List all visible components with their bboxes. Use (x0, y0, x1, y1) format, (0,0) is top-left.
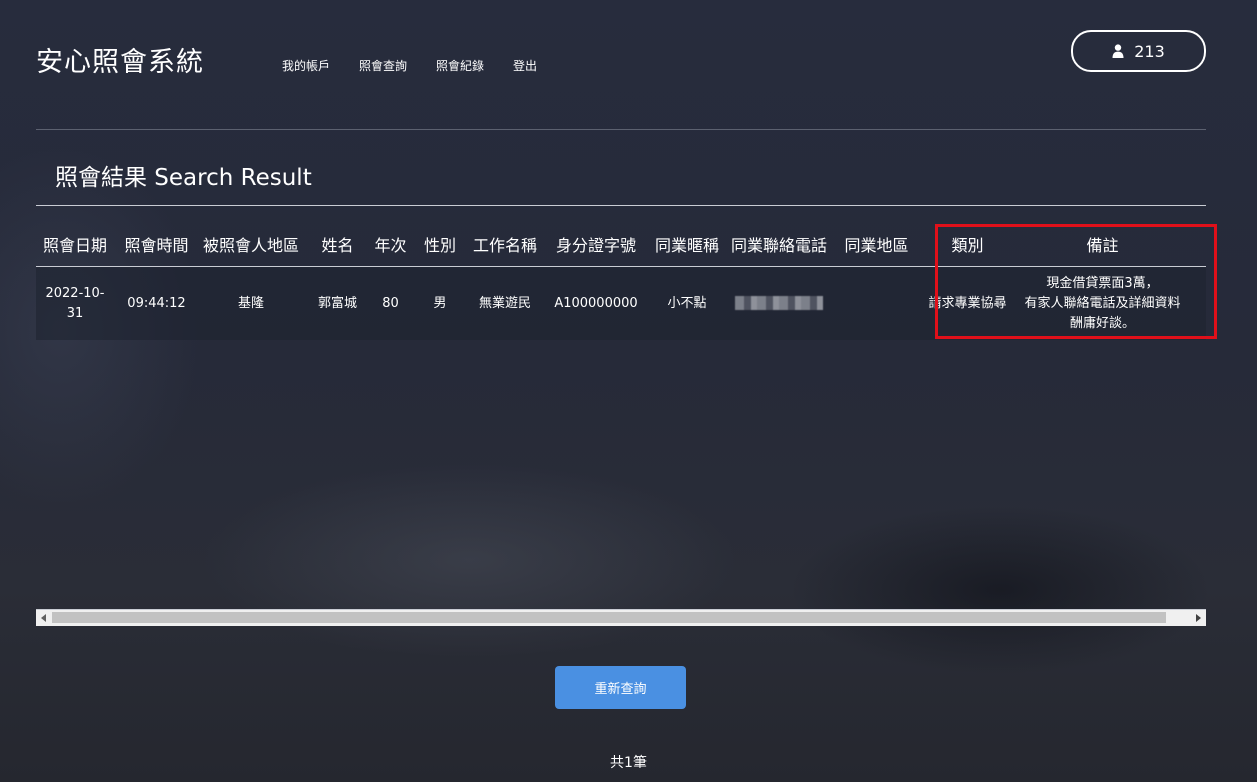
total-count: 共1筆 (610, 755, 647, 771)
cell-id-number: A100000000 (554, 295, 638, 311)
user-account-button[interactable]: 213 (1071, 30, 1206, 72)
highlight-box (935, 224, 1217, 339)
header-peer-region: 同業地區 (844, 236, 909, 255)
cell-nickname: 小不點 (667, 295, 707, 311)
requery-button[interactable]: 重新查詢 (555, 666, 686, 709)
user-count: 213 (1134, 41, 1165, 61)
title-divider (36, 205, 1206, 206)
cell-time: 09:44:12 (127, 295, 186, 311)
main-nav: 我的帳戶 照會查詢 照會紀錄 登出 (282, 57, 537, 74)
header-id-number: 身分證字號 (555, 236, 636, 255)
cell-phone (721, 294, 837, 314)
header-year: 年次 (374, 236, 407, 255)
cell-year: 80 (382, 295, 399, 311)
scroll-thumb[interactable] (52, 612, 1166, 623)
header-divider (36, 129, 1206, 130)
user-icon (1112, 44, 1124, 58)
header-name: 姓名 (321, 236, 354, 255)
nav-records[interactable]: 照會紀錄 (436, 57, 484, 74)
header-gender: 性別 (423, 236, 456, 255)
cell-name: 郭富城 (317, 295, 357, 311)
header-time: 照會時間 (124, 236, 189, 255)
nav-query[interactable]: 照會查詢 (359, 57, 407, 74)
header-phone: 同業聯絡電話 (730, 236, 827, 255)
nav-logout[interactable]: 登出 (513, 57, 537, 74)
nav-my-account[interactable]: 我的帳戶 (282, 57, 330, 74)
brand-title: 安心照會系統 (36, 47, 204, 78)
header-date: 照會日期 (42, 236, 107, 255)
cell-date: 2022-10- 31 (45, 285, 105, 321)
header-nickname: 同業暱稱 (654, 236, 719, 255)
header-region: 被照會人地區 (202, 236, 299, 255)
horizontal-scrollbar[interactable] (36, 609, 1206, 626)
cell-job: 無業遊民 (478, 295, 531, 311)
header-job: 工作名稱 (472, 236, 537, 255)
cell-gender: 男 (433, 295, 447, 311)
scroll-left-arrow-icon[interactable] (36, 610, 52, 626)
cell-region: 基隆 (237, 295, 264, 311)
scroll-right-arrow-icon[interactable] (1190, 610, 1206, 626)
blurred-phone (735, 296, 823, 310)
section-title: 照會結果 Search Result (55, 165, 312, 191)
